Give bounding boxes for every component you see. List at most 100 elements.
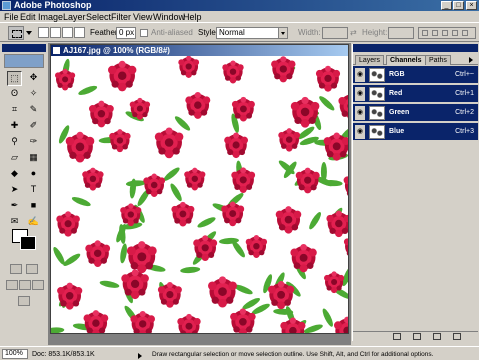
- visibility-eye-icon[interactable]: ◉: [355, 125, 365, 139]
- new-selection-icon[interactable]: [38, 27, 49, 38]
- channel-row-blue[interactable]: ◉ Blue Ctrl+3: [353, 123, 478, 141]
- subtract-selection-icon[interactable]: [62, 27, 73, 38]
- style-select[interactable]: Normal: [216, 27, 288, 39]
- menu-edit[interactable]: Edit: [20, 12, 36, 22]
- jump-to-imageready-icon[interactable]: [18, 296, 30, 306]
- palette-well[interactable]: [418, 27, 476, 39]
- width-input[interactable]: [322, 27, 348, 39]
- tab-channels[interactable]: Channels: [386, 55, 426, 65]
- standard-mode-icon[interactable]: [10, 264, 22, 274]
- status-bar: 100% Doc: 853.1K/853.1K Draw rectangular…: [0, 346, 479, 360]
- doc-size: Doc: 853.1K/853.1K: [32, 351, 95, 358]
- tool-preset-arrow-icon[interactable]: [26, 31, 32, 35]
- eyedropper-tool-icon[interactable]: ✍: [26, 215, 41, 230]
- adobe-online-icon[interactable]: [4, 54, 44, 68]
- channel-row-red[interactable]: ◉ Red Ctrl+1: [353, 85, 478, 103]
- close-button[interactable]: ×: [466, 1, 477, 10]
- channel-thumbnail: [369, 125, 385, 139]
- maximize-button[interactable]: □: [453, 1, 464, 10]
- palette-icon[interactable]: [462, 30, 468, 36]
- shape-tool-icon[interactable]: ■: [26, 199, 41, 214]
- style-value: Normal: [219, 28, 245, 37]
- background-color-swatch[interactable]: [20, 236, 36, 250]
- brush-tool-icon[interactable]: ✐: [26, 119, 41, 134]
- status-menu-icon[interactable]: [138, 353, 142, 359]
- menu-bar: File Edit Image Layer Select Filter View…: [0, 11, 479, 23]
- path-selection-tool-icon[interactable]: ➤: [7, 183, 22, 198]
- photoshop-app-icon: [2, 1, 11, 10]
- intersect-selection-icon[interactable]: [74, 27, 85, 38]
- antialiased-checkbox[interactable]: [140, 29, 148, 37]
- menu-image[interactable]: Image: [38, 12, 63, 22]
- antialiased-label: Anti-aliased: [151, 28, 193, 37]
- swap-icon[interactable]: ⇄: [350, 28, 357, 37]
- eraser-tool-icon[interactable]: ▱: [7, 151, 22, 166]
- channel-thumbnail: [369, 87, 385, 101]
- options-bar: Feather: 0 px Anti-aliased Style: Normal…: [0, 24, 479, 42]
- pen-tool-icon[interactable]: ✒: [7, 199, 22, 214]
- lasso-tool-icon[interactable]: ʘ: [7, 87, 22, 102]
- menu-window[interactable]: Window: [153, 12, 185, 22]
- visibility-eye-icon[interactable]: ◉: [355, 106, 365, 120]
- palette-icon[interactable]: [442, 30, 448, 36]
- tool-preset-icon[interactable]: [8, 26, 24, 40]
- tab-paths[interactable]: Paths: [425, 55, 451, 65]
- minimize-button[interactable]: _: [441, 1, 452, 10]
- document-title-bar[interactable]: AJ167.jpg @ 100% (RGB/8#): [51, 45, 348, 56]
- palette-icon[interactable]: [452, 30, 458, 36]
- gradient-tool-icon[interactable]: ▦: [26, 151, 41, 166]
- menu-view[interactable]: View: [133, 12, 152, 22]
- tab-layers[interactable]: Layers: [355, 55, 385, 65]
- clone-stamp-tool-icon[interactable]: ⚲: [7, 135, 22, 150]
- add-selection-icon[interactable]: [50, 27, 61, 38]
- blur-tool-icon[interactable]: ◆: [7, 167, 22, 182]
- menu-help[interactable]: Help: [183, 12, 202, 22]
- quick-mask-mode-icon[interactable]: [26, 264, 38, 274]
- visibility-eye-icon[interactable]: ◉: [355, 68, 365, 82]
- palette-icon[interactable]: [432, 30, 438, 36]
- panel-header[interactable]: [353, 44, 478, 52]
- palette-icon[interactable]: [422, 30, 428, 36]
- menu-file[interactable]: File: [4, 12, 19, 22]
- channel-name: Red: [389, 90, 403, 97]
- zoom-field[interactable]: 100%: [2, 349, 28, 359]
- channel-row-rgb[interactable]: ◉ RGB Ctrl+~: [353, 66, 478, 84]
- history-brush-tool-icon[interactable]: ✑: [26, 135, 41, 150]
- panel-tabs: Layers Channels Paths: [353, 54, 478, 65]
- visibility-eye-icon[interactable]: ◉: [355, 87, 365, 101]
- channel-shortcut: Ctrl+1: [455, 90, 474, 97]
- menu-layer[interactable]: Layer: [63, 12, 86, 22]
- slice-tool-icon[interactable]: ✎: [26, 103, 41, 118]
- panel-menu-icon[interactable]: [469, 57, 473, 63]
- channel-name: RGB: [389, 71, 405, 78]
- toolbox-header[interactable]: [2, 44, 46, 52]
- type-tool-icon[interactable]: T: [26, 183, 41, 198]
- load-selection-icon[interactable]: [393, 333, 401, 340]
- new-channel-icon[interactable]: [433, 333, 441, 340]
- document-window: AJ167.jpg @ 100% (RGB/8#): [50, 44, 349, 334]
- magic-wand-tool-icon[interactable]: ✧: [26, 87, 41, 102]
- menu-select[interactable]: Select: [86, 12, 111, 22]
- channel-row-green[interactable]: ◉ Green Ctrl+2: [353, 104, 478, 122]
- trash-icon[interactable]: [453, 333, 461, 340]
- full-screen-mode-icon[interactable]: [32, 280, 44, 290]
- full-screen-menu-mode-icon[interactable]: [19, 280, 31, 290]
- save-selection-icon[interactable]: [413, 333, 421, 340]
- marquee-tool-icon[interactable]: ⬚: [7, 71, 22, 86]
- healing-brush-tool-icon[interactable]: ✚: [7, 119, 22, 134]
- panel-footer: [353, 331, 478, 341]
- status-message: Draw rectangular selection or move selec…: [152, 351, 434, 358]
- height-input[interactable]: [388, 27, 414, 39]
- dodge-tool-icon[interactable]: ●: [26, 167, 41, 182]
- channel-name: Green: [389, 109, 410, 116]
- image-canvas[interactable]: [51, 56, 348, 333]
- chevron-down-icon[interactable]: [278, 28, 287, 38]
- crop-tool-icon[interactable]: ⌗: [7, 103, 22, 118]
- channel-name: Blue: [389, 128, 405, 135]
- notes-tool-icon[interactable]: ✉: [7, 215, 22, 230]
- menu-filter[interactable]: Filter: [111, 12, 131, 22]
- move-tool-icon[interactable]: ✥: [26, 71, 41, 86]
- channel-thumbnail: [369, 68, 385, 82]
- standard-screen-mode-icon[interactable]: [6, 280, 18, 290]
- feather-input[interactable]: 0 px: [116, 27, 136, 39]
